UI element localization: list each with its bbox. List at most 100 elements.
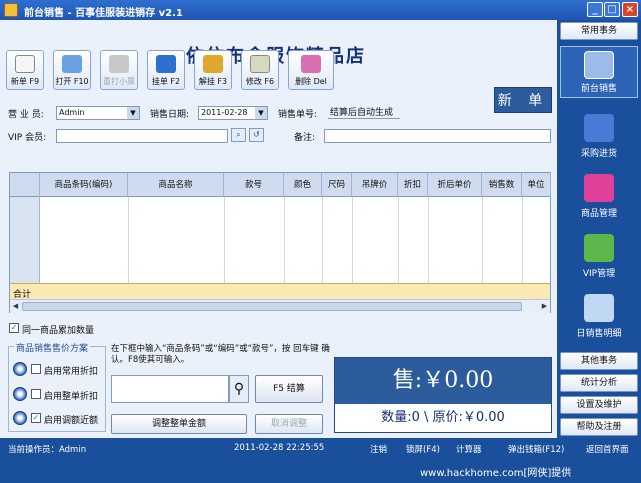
scroll-left-icon[interactable]: ◀ — [10, 301, 21, 312]
salesperson-label: 营 业 员: — [8, 110, 44, 120]
nav-help[interactable]: 帮助及注册 — [560, 418, 638, 436]
new-bill-button[interactable]: 新单 F9 — [6, 50, 44, 90]
total-row: 合计 — [10, 283, 550, 300]
delete-button[interactable]: 删除 Del — [288, 50, 334, 90]
scheme-option-icon — [13, 362, 27, 376]
calculator-link[interactable]: 计算器 — [456, 443, 482, 455]
vip-input[interactable] — [56, 129, 228, 143]
tshirt-icon — [584, 174, 614, 202]
nav-settings[interactable]: 设置及维护 — [560, 396, 638, 414]
column-header[interactable]: 吊牌价 — [352, 173, 398, 197]
horizontal-scrollbar[interactable]: ◀ ▶ — [10, 299, 550, 313]
open-folder-icon — [62, 55, 82, 73]
status-datetime: 2011-02-28 22:25:55 — [234, 443, 325, 453]
column-header[interactable]: 折后单价 — [428, 173, 482, 197]
scheme-option-icon — [13, 387, 27, 401]
price-scheme-title: 商品销售售价方案 — [14, 341, 91, 354]
adjust-amount-label: 启用调额近额 — [44, 416, 99, 426]
new-doc-icon — [15, 55, 35, 73]
other-tasks-header[interactable]: 其他事务 — [560, 352, 638, 370]
home-link[interactable]: 返回首界面 — [586, 443, 629, 455]
input-hint: 在下框中输入“商品条码”或“编码”或“款号”，按 回车键 确认。F8使其可输入。 — [111, 344, 330, 365]
row-header-corner — [10, 173, 40, 197]
watermark: www.hackhome.com[网侠]提供 — [0, 458, 641, 483]
minimize-button[interactable]: _ — [587, 2, 603, 17]
bill-no-value: 结算后自动生成 — [328, 105, 400, 119]
refresh-icon[interactable]: ↺ — [249, 128, 264, 142]
nav-stats[interactable]: 统计分析 — [560, 374, 638, 392]
nav-item-daily-detail[interactable]: 日销售明细 — [560, 290, 638, 342]
app-icon — [4, 3, 18, 17]
same-item-add-checkbox[interactable]: ✓ — [9, 323, 19, 333]
close-button[interactable]: × — [622, 2, 638, 17]
bill-discount-label: 启用整单折扣 — [44, 392, 99, 402]
column-header[interactable]: 销售数 — [482, 173, 522, 197]
scroll-right-icon[interactable]: ▶ — [539, 301, 550, 312]
lock-icon — [156, 55, 176, 73]
sales-table[interactable]: 商品条码(编码) 商品名称 款号 颜色 尺码 吊牌价 折扣 折后单价 销售数 单… — [9, 172, 551, 313]
nav-item-vip[interactable]: VIP管理 — [560, 230, 638, 282]
unhold-button[interactable]: 解挂 F3 — [194, 50, 232, 90]
qty-price-line: 数量:0 \ 原价:￥0.00 — [381, 410, 505, 425]
column-header[interactable]: 颜色 — [284, 173, 322, 197]
edit-icon — [250, 55, 270, 73]
common-discount-checkbox[interactable] — [31, 364, 41, 374]
hold-button[interactable]: 挂单 F2 — [147, 50, 185, 90]
nav-item-front-sales[interactable]: 前台销售 — [560, 46, 638, 98]
basket-icon — [584, 114, 614, 142]
note-label: 备注: — [294, 133, 316, 143]
column-header[interactable]: 商品条码(编码) — [40, 173, 128, 197]
vip-label: VIP 会员: — [8, 133, 47, 143]
column-header[interactable]: 尺码 — [322, 173, 352, 197]
common-discount-label: 启用常用折扣 — [44, 367, 99, 377]
scheme-option-icon — [13, 411, 27, 425]
chevron-down-icon: ▼ — [127, 107, 139, 119]
edit-button[interactable]: 修改 F6 — [241, 50, 279, 90]
salesperson-select[interactable]: Admin ▼ — [56, 106, 140, 120]
maximize-button[interactable]: □ — [604, 2, 620, 17]
open-button[interactable]: 打开 F10 — [53, 50, 91, 90]
sale-date-picker[interactable]: 2011-02-28 ▼ — [198, 106, 268, 120]
search-icon[interactable]: ⌕ — [231, 128, 246, 142]
checkout-button[interactable]: F5 结算 — [255, 375, 323, 403]
common-tasks-header[interactable]: 常用事务 — [560, 22, 638, 40]
barcode-input[interactable] — [111, 375, 229, 403]
magnifier-icon — [584, 294, 614, 322]
column-header[interactable]: 折扣 — [398, 173, 428, 197]
row-header-column — [10, 197, 40, 283]
reprint-button[interactable]: 重打小票 — [100, 50, 138, 90]
column-header[interactable]: 单位 — [522, 173, 551, 197]
unlock-icon — [203, 55, 223, 73]
scroll-thumb[interactable] — [22, 302, 522, 311]
logout-link[interactable]: 注销 — [370, 443, 387, 455]
adjust-amount-checkbox[interactable]: ✓ — [31, 413, 41, 423]
status-bar: 当前操作员：Admin 2011-02-28 22:25:55 注销 锁屏(F4… — [0, 438, 641, 458]
window-title: 前台销售 - 百事佳服装进销存 v2.1 — [24, 8, 183, 19]
bill-discount-checkbox[interactable] — [31, 389, 41, 399]
total-display: 售:￥0.00 数量:0 \ 原价:￥0.00 — [334, 357, 552, 433]
note-input[interactable] — [324, 129, 551, 143]
new-bill-badge[interactable]: 新 单 — [494, 87, 552, 113]
right-nav: 常用事务 前台销售 采购进货 商品管理 VIP管理 日销售明细 其他事务 统计分… — [557, 20, 641, 438]
delete-icon — [301, 55, 321, 73]
column-header[interactable]: 款号 — [224, 173, 284, 197]
users-icon — [584, 234, 614, 262]
lock-screen-link[interactable]: 锁屏(F4) — [406, 443, 440, 455]
sales-panel: 依依布舍服饰精品店 新单 F9 打开 F10 重打小票 挂单 F2 解挂 F3 … — [0, 20, 557, 438]
table-header: 商品条码(编码) 商品名称 款号 颜色 尺码 吊牌价 折扣 折后单价 销售数 单… — [10, 173, 551, 197]
sale-date-label: 销售日期: — [150, 110, 190, 120]
printer-icon — [109, 55, 129, 73]
title-bar: 前台销售 - 百事佳服装进销存 v2.1 _ □ × — [0, 0, 641, 20]
search-icon[interactable]: ⚲ — [229, 375, 249, 403]
cashbox-link[interactable]: 弹出钱箱(F12) — [508, 443, 564, 455]
operator-label: 当前操作员：Admin — [8, 445, 87, 455]
bill-no-label: 销售单号: — [278, 110, 318, 120]
adjust-total-button[interactable]: 调整整单金额 — [111, 414, 247, 434]
laptop-icon — [584, 51, 614, 79]
cancel-adjust-button[interactable]: 取消调整 — [255, 414, 323, 434]
nav-item-goods[interactable]: 商品管理 — [560, 170, 638, 222]
sale-amount: 售:￥0.00 — [335, 358, 551, 404]
chevron-down-icon: ▼ — [255, 107, 267, 119]
nav-item-purchase[interactable]: 采购进货 — [560, 110, 638, 162]
column-header[interactable]: 商品名称 — [128, 173, 224, 197]
